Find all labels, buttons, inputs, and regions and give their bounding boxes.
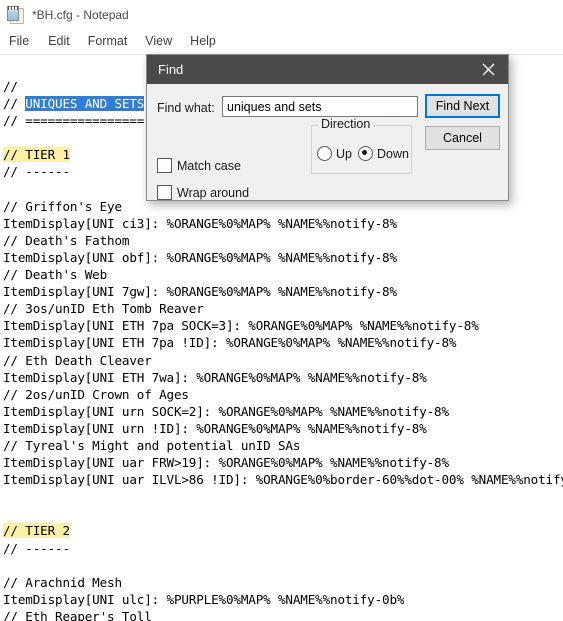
wrap-around-box <box>157 185 172 200</box>
notepad-icon <box>7 6 24 24</box>
direction-up-radio[interactable]: Up <box>317 146 352 161</box>
editor-line: // Death's Web <box>3 267 108 283</box>
editor-line: // Eth Death Cleaver <box>3 352 152 368</box>
editor-line: ItemDisplay[UNI 7gw]: %ORANGE%0%MAP% %NA… <box>3 284 397 300</box>
editor-line: ItemDisplay[UNI uar FRW>19]: %ORANGE%0%M… <box>3 455 449 471</box>
find-next-button[interactable]: Find Next <box>425 94 500 118</box>
direction-legend-label: Direction <box>318 117 374 131</box>
editor-line: ItemDisplay[UNI ETH 7wa]: %ORANGE%0%MAP%… <box>3 369 427 385</box>
editor-line: // 2os/unID Crown of Ages <box>3 386 189 402</box>
window-title: *BH.cfg - Notepad <box>32 7 129 22</box>
editor-line: ItemDisplay[UNI obf]: %ORANGE%0%MAP% %NA… <box>3 249 397 265</box>
menu-item-file[interactable]: File <box>9 32 39 51</box>
wrap-around-label: Wrap around <box>177 185 250 200</box>
editor-line: ItemDisplay[UNI uar ILVL>86 !ID]: %ORANG… <box>3 472 563 488</box>
find-what-label: Find what: <box>157 101 215 115</box>
menu-item-edit[interactable]: Edit <box>39 32 79 51</box>
editor-line: ItemDisplay[UNI ETH 7pa !ID]: %ORANGE%0%… <box>3 335 457 351</box>
editor-line: // 3os/unID Eth Tomb Reaver <box>3 301 204 317</box>
editor-line: ItemDisplay[UNI ci3]: %ORANGE%0%MAP% %NA… <box>3 215 397 231</box>
editor-line: ItemDisplay[UNI urn !ID]: %ORANGE%0%MAP%… <box>3 420 427 436</box>
find-dialog-titlebar: Find <box>147 55 508 84</box>
match-case-label: Match case <box>177 158 241 173</box>
find-what-input[interactable] <box>222 96 418 117</box>
editor-line: // Eth Reaper's Toll <box>3 608 152 621</box>
title-bar: *BH.cfg - Notepad <box>0 0 563 29</box>
radio-up-indicator <box>317 146 332 161</box>
editor-line: // ------ <box>3 540 70 556</box>
cancel-button[interactable]: Cancel <box>425 126 500 150</box>
find-dialog: Find Find what: Find Next Cancel Directi… <box>146 54 509 201</box>
radio-down-indicator <box>358 146 373 161</box>
text-selection: UNIQUES AND SETS <box>25 96 145 112</box>
find-dialog-title: Find <box>158 62 184 77</box>
editor-line: // Tyreal's Might and potential unID SAs <box>3 437 301 453</box>
match-case-box <box>157 158 172 173</box>
text-highlight: // TIER 2 <box>3 523 70 539</box>
menu-bar: File Edit Format View Help <box>0 29 563 53</box>
editor-line: // Arachnid Mesh <box>3 574 122 590</box>
menu-item-view[interactable]: View <box>136 32 181 51</box>
menu-item-help[interactable]: Help <box>181 32 225 51</box>
editor-line: ItemDisplay[UNI urn SOCK=2]: %ORANGE%0%M… <box>3 403 449 419</box>
editor-line: ItemDisplay[UNI ETH 7pa SOCK=3]: %ORANGE… <box>3 318 479 334</box>
find-dialog-body: Find what: Find Next Cancel Direction Up… <box>147 84 508 202</box>
editor-line: // TIER 2 <box>3 522 563 539</box>
match-case-checkbox[interactable]: Match case <box>157 158 241 173</box>
direction-up-label: Up <box>336 146 352 161</box>
direction-down-label: Down <box>377 146 409 161</box>
editor-line: // Death's Fathom <box>3 232 130 248</box>
direction-down-radio[interactable]: Down <box>358 146 409 161</box>
editor-line: ItemDisplay[UNI ulc]: %PURPLE%0%MAP% %NA… <box>3 591 405 607</box>
wrap-around-checkbox[interactable]: Wrap around <box>157 185 249 200</box>
close-icon[interactable] <box>468 55 508 84</box>
text-highlight: // TIER 1 <box>3 147 70 163</box>
menu-item-format[interactable]: Format <box>79 32 137 51</box>
